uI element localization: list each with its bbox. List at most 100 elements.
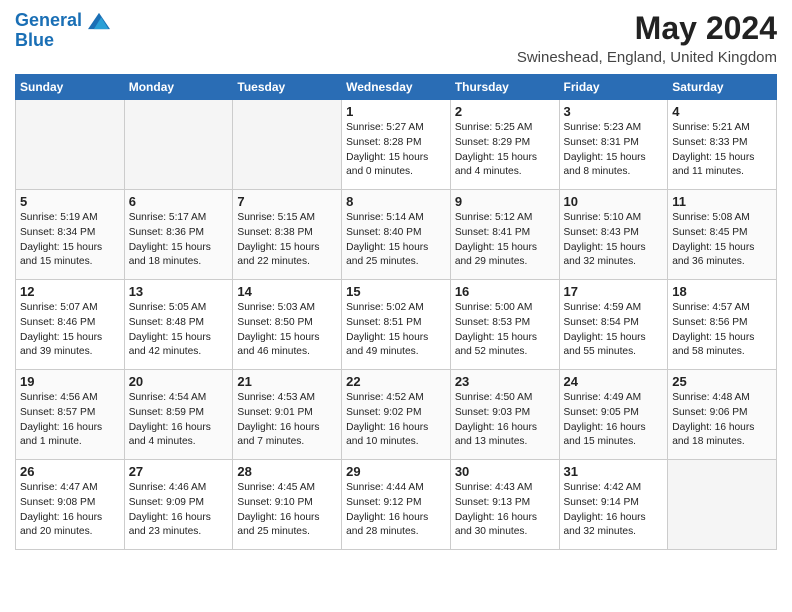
calendar-page: General Blue May 2024 Swineshead, Englan… bbox=[0, 0, 792, 565]
daylight-text: Daylight: 16 hours and 10 minutes. bbox=[346, 421, 446, 451]
location-title: Swineshead, England, United Kingdom bbox=[517, 49, 777, 66]
daylight-text: Daylight: 16 hours and 1 minute. bbox=[20, 421, 120, 451]
sunset-text: Sunset: 8:50 PM bbox=[237, 316, 337, 331]
calendar-cell: 22Sunrise: 4:52 AMSunset: 9:02 PMDayligh… bbox=[342, 370, 451, 460]
sunset-text: Sunset: 8:34 PM bbox=[20, 226, 120, 241]
day-info: Sunrise: 5:00 AMSunset: 8:53 PMDaylight:… bbox=[455, 301, 555, 360]
daylight-text: Daylight: 15 hours and 46 minutes. bbox=[237, 331, 337, 361]
daylight-text: Daylight: 16 hours and 13 minutes. bbox=[455, 421, 555, 451]
daylight-text: Daylight: 16 hours and 4 minutes. bbox=[129, 421, 229, 451]
sunrise-text: Sunrise: 4:45 AM bbox=[237, 481, 337, 496]
day-number: 28 bbox=[237, 464, 337, 479]
sunrise-text: Sunrise: 4:43 AM bbox=[455, 481, 555, 496]
calendar-cell: 8Sunrise: 5:14 AMSunset: 8:40 PMDaylight… bbox=[342, 190, 451, 280]
sunset-text: Sunset: 8:29 PM bbox=[455, 136, 555, 151]
day-info: Sunrise: 4:57 AMSunset: 8:56 PMDaylight:… bbox=[672, 301, 772, 360]
day-info: Sunrise: 5:10 AMSunset: 8:43 PMDaylight:… bbox=[564, 211, 664, 270]
day-number: 23 bbox=[455, 374, 555, 389]
day-number: 3 bbox=[564, 104, 664, 119]
daylight-text: Daylight: 15 hours and 8 minutes. bbox=[564, 151, 664, 181]
daylight-text: Daylight: 16 hours and 18 minutes. bbox=[672, 421, 772, 451]
day-number: 13 bbox=[129, 284, 229, 299]
day-info: Sunrise: 5:08 AMSunset: 8:45 PMDaylight:… bbox=[672, 211, 772, 270]
sunrise-text: Sunrise: 4:46 AM bbox=[129, 481, 229, 496]
day-info: Sunrise: 4:52 AMSunset: 9:02 PMDaylight:… bbox=[346, 391, 446, 450]
sunset-text: Sunset: 8:46 PM bbox=[20, 316, 120, 331]
sunset-text: Sunset: 9:13 PM bbox=[455, 496, 555, 511]
day-info: Sunrise: 5:05 AMSunset: 8:48 PMDaylight:… bbox=[129, 301, 229, 360]
calendar-cell bbox=[233, 100, 342, 190]
day-number: 2 bbox=[455, 104, 555, 119]
calendar-cell: 17Sunrise: 4:59 AMSunset: 8:54 PMDayligh… bbox=[559, 280, 668, 370]
sunset-text: Sunset: 8:48 PM bbox=[129, 316, 229, 331]
sunrise-text: Sunrise: 5:12 AM bbox=[455, 211, 555, 226]
weekday-header-saturday: Saturday bbox=[668, 75, 777, 100]
day-info: Sunrise: 5:23 AMSunset: 8:31 PMDaylight:… bbox=[564, 121, 664, 180]
sunrise-text: Sunrise: 5:19 AM bbox=[20, 211, 120, 226]
day-number: 18 bbox=[672, 284, 772, 299]
sunset-text: Sunset: 8:31 PM bbox=[564, 136, 664, 151]
sunset-text: Sunset: 8:56 PM bbox=[672, 316, 772, 331]
logo-icon bbox=[88, 10, 110, 32]
calendar-table: SundayMondayTuesdayWednesdayThursdayFrid… bbox=[15, 74, 777, 550]
sunrise-text: Sunrise: 4:57 AM bbox=[672, 301, 772, 316]
day-number: 6 bbox=[129, 194, 229, 209]
day-info: Sunrise: 4:44 AMSunset: 9:12 PMDaylight:… bbox=[346, 481, 446, 540]
sunrise-text: Sunrise: 4:52 AM bbox=[346, 391, 446, 406]
sunrise-text: Sunrise: 5:27 AM bbox=[346, 121, 446, 136]
day-number: 10 bbox=[564, 194, 664, 209]
calendar-week-4: 19Sunrise: 4:56 AMSunset: 8:57 PMDayligh… bbox=[16, 370, 777, 460]
day-info: Sunrise: 5:12 AMSunset: 8:41 PMDaylight:… bbox=[455, 211, 555, 270]
calendar-cell: 13 Sunrise: 5:05 AMSunset: 8:48 PMDayligh… bbox=[124, 280, 233, 370]
calendar-cell: 19Sunrise: 4:56 AMSunset: 8:57 PMDayligh… bbox=[16, 370, 125, 460]
sunset-text: Sunset: 9:01 PM bbox=[237, 406, 337, 421]
day-info: Sunrise: 4:50 AMSunset: 9:03 PMDaylight:… bbox=[455, 391, 555, 450]
logo-blue: Blue bbox=[15, 30, 110, 51]
sunrise-text: Sunrise: 4:44 AM bbox=[346, 481, 446, 496]
day-info: Sunrise: 4:59 AMSunset: 8:54 PMDaylight:… bbox=[564, 301, 664, 360]
daylight-text: Daylight: 15 hours and 58 minutes. bbox=[672, 331, 772, 361]
day-info: Sunrise: 5:07 AMSunset: 8:46 PMDaylight:… bbox=[20, 301, 120, 360]
sunrise-text: Sunrise: 5:00 AM bbox=[455, 301, 555, 316]
sunrise-text: Sunrise: 4:49 AM bbox=[564, 391, 664, 406]
sunset-text: Sunset: 9:08 PM bbox=[20, 496, 120, 511]
sunset-text: Sunset: 9:06 PM bbox=[672, 406, 772, 421]
calendar-cell: 23 Sunrise: 4:50 AMSunset: 9:03 PMDayligh… bbox=[450, 370, 559, 460]
calendar-cell: 30Sunrise: 4:43 AMSunset: 9:13 PMDayligh… bbox=[450, 460, 559, 550]
weekday-header-row: SundayMondayTuesdayWednesdayThursdayFrid… bbox=[16, 75, 777, 100]
day-info: Sunrise: 5:03 AMSunset: 8:50 PMDaylight:… bbox=[237, 301, 337, 360]
sunrise-text: Sunrise: 4:48 AM bbox=[672, 391, 772, 406]
day-number: 4 bbox=[672, 104, 772, 119]
calendar-cell bbox=[16, 100, 125, 190]
calendar-cell: 14Sunrise: 5:03 AMSunset: 8:50 PMDayligh… bbox=[233, 280, 342, 370]
calendar-cell: 18 Sunrise: 4:57 AMSunset: 8:56 PMDayligh… bbox=[668, 280, 777, 370]
day-info: Sunrise: 4:49 AMSunset: 9:05 PMDaylight:… bbox=[564, 391, 664, 450]
sunset-text: Sunset: 8:33 PM bbox=[672, 136, 772, 151]
daylight-text: Daylight: 16 hours and 15 minutes. bbox=[564, 421, 664, 451]
day-info: Sunrise: 5:14 AMSunset: 8:40 PMDaylight:… bbox=[346, 211, 446, 270]
sunrise-text: Sunrise: 4:42 AM bbox=[564, 481, 664, 496]
sunset-text: Sunset: 8:51 PM bbox=[346, 316, 446, 331]
sunrise-text: Sunrise: 5:14 AM bbox=[346, 211, 446, 226]
calendar-cell: 26Sunrise: 4:47 AMSunset: 9:08 PMDayligh… bbox=[16, 460, 125, 550]
day-info: Sunrise: 5:21 AMSunset: 8:33 PMDaylight:… bbox=[672, 121, 772, 180]
sunrise-text: Sunrise: 5:23 AM bbox=[564, 121, 664, 136]
sunset-text: Sunset: 8:43 PM bbox=[564, 226, 664, 241]
calendar-cell bbox=[668, 460, 777, 550]
day-info: Sunrise: 5:27 AMSunset: 8:28 PMDaylight:… bbox=[346, 121, 446, 180]
sunset-text: Sunset: 8:53 PM bbox=[455, 316, 555, 331]
day-number: 11 bbox=[672, 194, 772, 209]
day-number: 25 bbox=[672, 374, 772, 389]
sunset-text: Sunset: 8:40 PM bbox=[346, 226, 446, 241]
day-info: Sunrise: 5:17 AMSunset: 8:36 PMDaylight:… bbox=[129, 211, 229, 270]
calendar-cell: 7Sunrise: 5:15 AMSunset: 8:38 PMDaylight… bbox=[233, 190, 342, 280]
calendar-cell: 24Sunrise: 4:49 AMSunset: 9:05 PMDayligh… bbox=[559, 370, 668, 460]
sunset-text: Sunset: 8:41 PM bbox=[455, 226, 555, 241]
day-info: Sunrise: 5:25 AMSunset: 8:29 PMDaylight:… bbox=[455, 121, 555, 180]
calendar-cell: 27Sunrise: 4:46 AMSunset: 9:09 PMDayligh… bbox=[124, 460, 233, 550]
calendar-cell: 2 Sunrise: 5:25 AMSunset: 8:29 PMDaylight… bbox=[450, 100, 559, 190]
sunset-text: Sunset: 9:09 PM bbox=[129, 496, 229, 511]
calendar-cell: 12Sunrise: 5:07 AMSunset: 8:46 PMDayligh… bbox=[16, 280, 125, 370]
day-number: 7 bbox=[237, 194, 337, 209]
weekday-header-thursday: Thursday bbox=[450, 75, 559, 100]
